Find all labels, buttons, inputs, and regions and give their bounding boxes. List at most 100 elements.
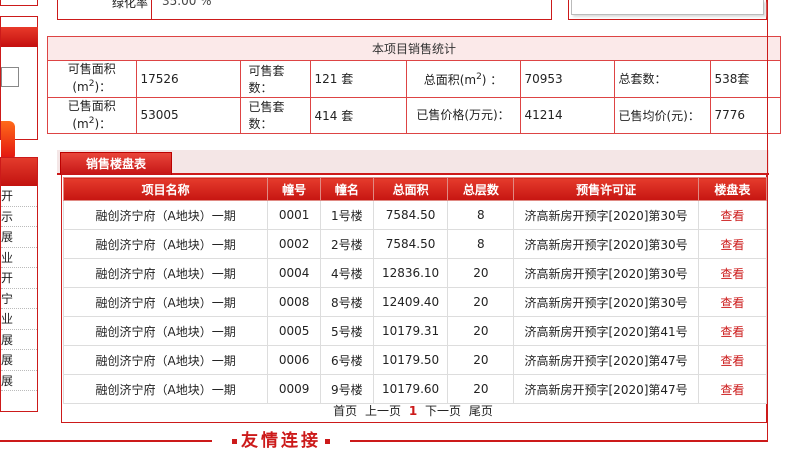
view-link[interactable]: 查看: [720, 354, 744, 368]
total-area-cell: 10179.50: [372, 345, 449, 375]
sales-building-table: 项目名称 幢号 幢名 总面积 总层数 预售许可证 楼盘表 融创济宁府（A地块）一期 0001 1…: [62, 177, 768, 404]
sold-price-label: 已售价格(万元)：: [405, 96, 521, 133]
sold-units-label: 已售套数：: [239, 96, 311, 133]
left-list-item[interactable]: 展: [1, 227, 37, 248]
top-image: [571, 0, 764, 15]
total-area-cell: 7584.50: [372, 200, 449, 230]
column-header: 预售许可证: [513, 177, 699, 201]
building-name-cell: 4号楼: [320, 258, 374, 288]
green-rate-value: 35.00 %: [162, 0, 212, 8]
left-project-list: 开示展业开宁业展展展: [0, 157, 38, 412]
building-no-cell: 0009: [267, 374, 322, 404]
presale-permit-cell: 济高新房开预字[2020]第30号: [513, 229, 699, 259]
sale-area-value: 17526: [135, 61, 241, 98]
pager-prev-link[interactable]: 上一页: [365, 404, 401, 418]
total-floors-cell: 8: [447, 200, 515, 230]
left-list-item[interactable]: 开: [1, 186, 37, 207]
bullet-square-icon: [232, 439, 237, 444]
sale-units-label: 可售套数：: [239, 61, 311, 98]
building-name-cell: 1号楼: [320, 200, 374, 230]
total-area-value: 70953: [519, 61, 615, 98]
stats-table: 可售面积 (m2)： 17526 可售套数： 121 套 总面积(m2) ： 70…: [48, 61, 780, 133]
table-row: 融创济宁府（A地块）一期 0004 4号楼 12836.10 20 济高新房开预字[202…: [62, 258, 768, 288]
pager-last-link[interactable]: 尾页: [469, 404, 493, 418]
total-area-cell: 10179.31: [372, 316, 449, 346]
divider: [151, 0, 152, 19]
pagination: 首页 上一页 1 下一页 尾页: [57, 402, 769, 419]
left-list-item[interactable]: 展: [1, 330, 37, 350]
building-no-cell: 0002: [267, 229, 322, 259]
total-units-label: 总套数：: [613, 61, 711, 98]
left-list-item[interactable]: 宁: [1, 289, 37, 309]
project-name-cell: 融创济宁府（A地块）一期: [62, 316, 269, 346]
building-name-cell: 6号楼: [320, 345, 374, 375]
table-row: 融创济宁府（A地块）一期 0009 9号楼 10179.60 20 济高新房开预字[202…: [62, 374, 768, 404]
sales-statistics: 本项目销售统计 可售面积 (m2)： 17526 可售套数： 121 套 总面积(…: [47, 36, 781, 134]
table-row: 融创济宁府（A地块）一期 0005 5号楼 10179.31 20 济高新房开预字[202…: [62, 316, 768, 346]
view-link[interactable]: 查看: [720, 209, 744, 223]
stats-title: 本项目销售统计: [48, 37, 780, 61]
total-floors-cell: 20: [447, 287, 515, 317]
table-header-row: 项目名称 幢号 幢名 总面积 总层数 预售许可证 楼盘表: [62, 177, 768, 201]
view-link-cell: 查看: [697, 287, 768, 317]
project-name-cell: 融创济宁府（A地块）一期: [62, 374, 269, 404]
building-name-cell: 2号楼: [320, 229, 374, 259]
view-link[interactable]: 查看: [720, 267, 744, 281]
project-name-cell: 融创济宁府（A地块）一期: [62, 258, 269, 288]
total-area-cell: 12409.40: [372, 287, 449, 317]
project-name-cell: 融创济宁府（A地块）一期: [62, 200, 269, 230]
total-floors-cell: 20: [447, 374, 515, 404]
view-link[interactable]: 查看: [720, 325, 744, 339]
presale-permit-cell: 济高新房开预字[2020]第41号: [513, 316, 699, 346]
tab-bar: 销售楼盘表: [57, 150, 769, 175]
view-link-cell: 查看: [697, 316, 768, 346]
grid-frame: 项目名称 幢号 幢名 总面积 总层数 预售许可证 楼盘表 融创济宁府（A地块）一期 0001 1…: [61, 175, 768, 423]
view-link[interactable]: 查看: [720, 383, 744, 397]
building-no-cell: 0001: [267, 200, 322, 230]
presale-permit-cell: 济高新房开预字[2020]第30号: [513, 258, 699, 288]
column-header: 总面积: [372, 177, 449, 201]
table-row: 融创济宁府（A地块）一期 0002 2号楼 7584.50 8 济高新房开预字[2020]…: [62, 229, 768, 259]
left-list-item[interactable]: 业: [1, 309, 37, 330]
building-no-cell: 0006: [267, 345, 322, 375]
total-floors-cell: 8: [447, 229, 515, 259]
total-area-cell: 10179.60: [372, 374, 449, 404]
total-area-cell: 12836.10: [372, 258, 449, 288]
presale-permit-cell: 济高新房开预字[2020]第30号: [513, 287, 699, 317]
left-list-item[interactable]: 展: [1, 350, 37, 371]
left-list-header: [1, 158, 37, 186]
presale-permit-cell: 济高新房开预字[2020]第47号: [513, 374, 699, 404]
view-link-cell: 查看: [697, 258, 768, 288]
top-info-fragment: 绿化率 35.00 %: [57, 0, 767, 20]
column-header: 总层数: [447, 177, 515, 201]
left-list-item[interactable]: 展: [1, 371, 37, 391]
tab-sales-buildings[interactable]: 销售楼盘表: [60, 152, 172, 175]
building-name-cell: 5号楼: [320, 316, 374, 346]
building-no-cell: 0008: [267, 287, 322, 317]
view-link-cell: 查看: [697, 345, 768, 375]
view-link[interactable]: 查看: [720, 296, 744, 310]
left-search-input[interactable]: [1, 67, 19, 87]
content-right-border: [767, 0, 768, 442]
sales-building-panel: 销售楼盘表 项目名称 幢号 幢名 总面积 总层数 预售许可证 楼盘表 融创济宁府（A地块）一…: [57, 150, 769, 423]
total-floors-cell: 20: [447, 316, 515, 346]
top-image-frame: [568, 0, 767, 20]
building-name-cell: 8号楼: [320, 287, 374, 317]
friendly-links-divider: [0, 440, 768, 442]
total-floors-cell: 20: [447, 345, 515, 375]
pager-first-link[interactable]: 首页: [333, 404, 357, 418]
view-link[interactable]: 查看: [720, 238, 744, 252]
total-units-value: 538套: [709, 61, 780, 98]
friendly-links-title: 友情连接: [212, 428, 350, 454]
column-header: 项目名称: [62, 177, 269, 201]
left-search-header: [1, 27, 38, 47]
sale-units-value: 121 套: [309, 61, 407, 98]
left-list-item[interactable]: 示: [1, 207, 37, 227]
left-list-item[interactable]: 业: [1, 248, 37, 268]
left-search-button[interactable]: [1, 121, 15, 161]
pager-next-link[interactable]: 下一页: [425, 404, 461, 418]
left-list-item[interactable]: 开: [1, 268, 37, 289]
table-row: 融创济宁府（A地块）一期 0006 6号楼 10179.50 20 济高新房开预字[202…: [62, 345, 768, 375]
view-link-cell: 查看: [697, 229, 768, 259]
total-floors-cell: 20: [447, 258, 515, 288]
